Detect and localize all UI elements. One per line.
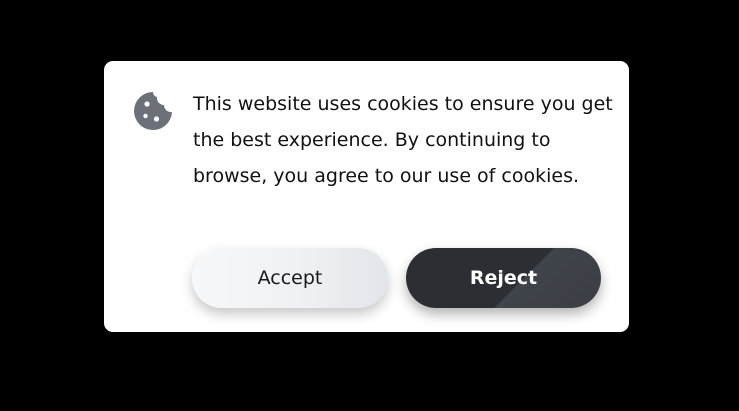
cookie-consent-dialog: This website uses cookies to ensure you … — [104, 61, 629, 332]
cookie-icon — [133, 91, 173, 131]
cookie-message: This website uses cookies to ensure you … — [193, 93, 613, 187]
reject-button[interactable]: Reject — [406, 248, 601, 308]
page-backdrop: This website uses cookies to ensure you … — [0, 0, 739, 411]
accept-button[interactable]: Accept — [192, 248, 388, 308]
